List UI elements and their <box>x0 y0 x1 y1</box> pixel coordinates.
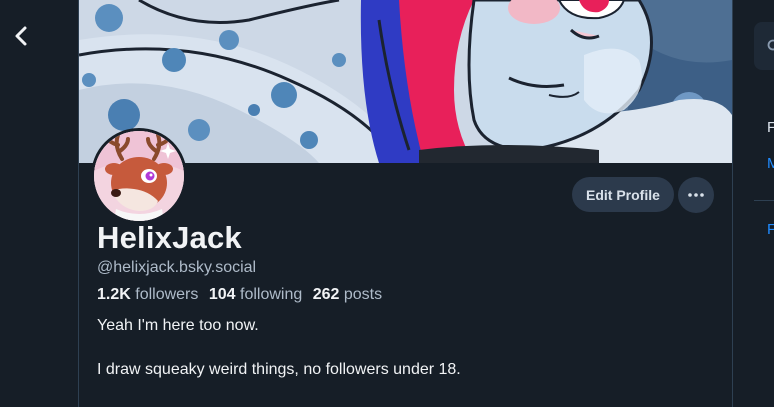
following-count: 104 <box>208 286 236 303</box>
right-panel-text-1: F <box>767 119 774 136</box>
avatar-image <box>94 131 184 221</box>
following-link[interactable]: 104 following <box>209 286 302 303</box>
back-button[interactable] <box>6 20 38 52</box>
followers-count: 1.2K <box>97 286 131 303</box>
search-input[interactable] <box>754 22 774 70</box>
search-icon <box>767 39 774 51</box>
ellipsis-icon <box>688 193 704 197</box>
edit-profile-label: Edit Profile <box>586 186 660 203</box>
bio-line-1: Yeah I'm here too now. <box>97 317 259 334</box>
right-panel-link-2[interactable]: F <box>767 221 774 238</box>
right-panel-divider <box>754 200 774 201</box>
followers-label: followers <box>135 286 199 303</box>
more-options-button[interactable] <box>678 177 714 213</box>
edit-profile-button[interactable]: Edit Profile <box>572 177 674 212</box>
avatar[interactable] <box>91 128 187 224</box>
profile-stats: 1.2K followers 104 following 262 posts <box>97 286 388 304</box>
posts-count: 262 <box>312 286 340 303</box>
handle: @helixjack.bsky.social <box>97 259 257 276</box>
banner-artwork <box>79 0 732 163</box>
following-label: following <box>240 286 303 303</box>
right-panel-link-1[interactable]: M <box>767 155 774 172</box>
posts-stat: 262 posts <box>313 286 382 303</box>
profile-banner[interactable] <box>79 0 732 163</box>
bio-line-2: I draw squeaky weird things, no follower… <box>97 361 461 378</box>
posts-label: posts <box>343 286 383 303</box>
chevron-left-icon <box>15 26 27 46</box>
followers-link[interactable]: 1.2K followers <box>97 286 198 303</box>
profile-column: Edit Profile HelixJack @helixjack.bsky.s… <box>78 0 733 407</box>
display-name: HelixJack <box>97 220 242 255</box>
